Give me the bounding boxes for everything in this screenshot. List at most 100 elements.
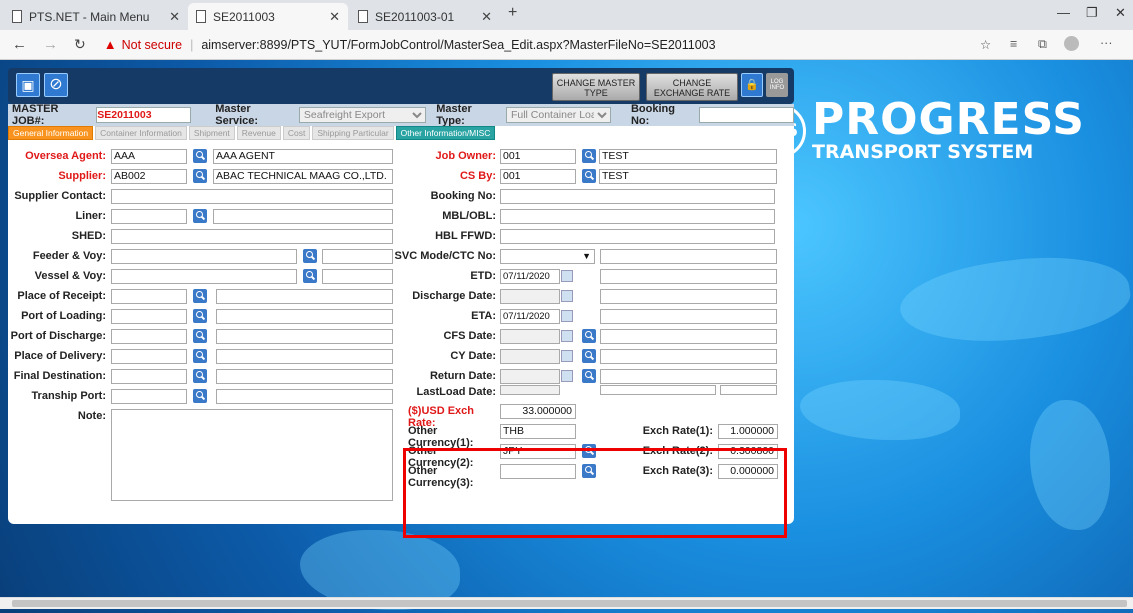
horizontal-scrollbar[interactable]	[0, 597, 1133, 609]
calendar-icon[interactable]	[561, 350, 573, 362]
tab-revenue[interactable]: Revenue	[236, 126, 281, 140]
ctc-no-input[interactable]	[600, 249, 777, 264]
browser-tab-main-menu[interactable]: PTS.NET - Main Menu ✕	[4, 3, 188, 30]
master-job-input[interactable]	[96, 107, 192, 123]
port-of-loading-name[interactable]	[216, 309, 393, 324]
calendar-icon[interactable]	[561, 370, 573, 382]
calendar-icon[interactable]	[561, 310, 573, 322]
cfs-extra-input[interactable]	[600, 329, 777, 344]
oversea-agent-name[interactable]: AAA AGENT	[213, 149, 393, 164]
search-icon[interactable]	[193, 149, 207, 163]
search-icon[interactable]	[582, 329, 596, 343]
place-of-receipt-name[interactable]	[216, 289, 393, 304]
supplier-name[interactable]: ABAC TECHNICAL MAAG CO.,LTD.	[213, 169, 393, 184]
close-icon[interactable]: ✕	[169, 9, 180, 25]
tranship-port-code[interactable]	[111, 389, 187, 404]
other-currency-1-input[interactable]: THB	[500, 424, 576, 439]
minimize-icon[interactable]: —	[1057, 5, 1070, 20]
lock-icon[interactable]: 🔒	[741, 73, 763, 97]
lastload-extra-input[interactable]	[600, 385, 716, 395]
supplier-code[interactable]: AB002	[111, 169, 187, 184]
change-master-type-button[interactable]: CHANGE MASTER TYPE	[552, 73, 640, 101]
search-icon[interactable]	[193, 309, 207, 323]
close-icon[interactable]: ✕	[329, 9, 340, 25]
search-icon[interactable]	[582, 349, 596, 363]
mbl-obl-input[interactable]	[500, 209, 775, 224]
supplier-contact-input[interactable]	[111, 189, 393, 204]
note-textarea[interactable]	[111, 409, 393, 501]
lastload-extra-input-2[interactable]	[720, 385, 777, 395]
search-icon[interactable]	[193, 389, 207, 403]
cancel-icon[interactable]: ⊘	[44, 73, 68, 97]
job-owner-code[interactable]: 001	[500, 149, 576, 164]
more-icon[interactable]: ···	[1100, 36, 1113, 50]
search-icon[interactable]	[193, 349, 207, 363]
back-icon[interactable]: ←	[12, 36, 27, 53]
usd-exch-rate-input[interactable]: 33.000000	[500, 404, 576, 419]
calendar-icon[interactable]	[561, 290, 573, 302]
final-destination-code[interactable]	[111, 369, 187, 384]
search-icon[interactable]	[193, 209, 207, 223]
search-icon[interactable]	[193, 369, 207, 383]
cfs-date-input[interactable]	[500, 329, 560, 344]
log-info-button[interactable]: LOG INFO	[766, 73, 788, 97]
calendar-icon[interactable]	[561, 330, 573, 342]
browser-tab-se2011003-01[interactable]: SE2011003-01 ✕	[350, 3, 500, 30]
tab-general-information[interactable]: General Information	[8, 126, 94, 140]
forward-icon[interactable]: →	[43, 36, 58, 53]
collections-icon[interactable]: ⧉	[1038, 37, 1047, 52]
shed-input[interactable]	[111, 229, 393, 244]
new-tab-button[interactable]: +	[508, 4, 517, 22]
search-icon[interactable]	[582, 369, 596, 383]
etd-extra-input[interactable]	[600, 269, 777, 284]
tab-shipment[interactable]: Shipment	[188, 126, 235, 140]
return-extra-input[interactable]	[600, 369, 777, 384]
eta-input[interactable]: 07/11/2020	[500, 309, 560, 324]
vessel-input[interactable]	[111, 269, 297, 284]
close-window-icon[interactable]: ✕	[1115, 5, 1126, 21]
scrollbar-thumb[interactable]	[12, 600, 1127, 607]
tab-cost[interactable]: Cost	[282, 126, 311, 140]
port-of-discharge-code[interactable]	[111, 329, 187, 344]
tranship-port-name[interactable]	[216, 389, 393, 404]
calendar-icon[interactable]	[561, 270, 573, 282]
job-owner-name[interactable]: TEST	[599, 149, 777, 164]
feeder-voy-input[interactable]	[322, 249, 393, 264]
restore-icon[interactable]: ❐	[1086, 5, 1098, 21]
place-of-delivery-name[interactable]	[216, 349, 393, 364]
close-icon[interactable]: ✕	[481, 9, 492, 25]
return-date-input[interactable]	[500, 369, 560, 384]
master-service-select[interactable]: Seafreight Export	[298, 107, 427, 123]
feeder-input[interactable]	[111, 249, 297, 264]
cs-by-code[interactable]: 001	[500, 169, 576, 184]
lastload-date-input[interactable]	[500, 385, 560, 395]
vessel-voy-input[interactable]	[322, 269, 393, 284]
etd-input[interactable]: 07/11/2020	[500, 269, 560, 284]
favorites-list-icon[interactable]: ≡	[1010, 37, 1017, 51]
exch-rate-1-input[interactable]: 1.000000	[718, 424, 778, 439]
save-icon[interactable]: ▣	[16, 73, 40, 97]
search-icon[interactable]	[582, 149, 596, 163]
profile-icon[interactable]	[1064, 36, 1079, 51]
port-of-loading-code[interactable]	[111, 309, 187, 324]
search-icon[interactable]	[193, 169, 207, 183]
liner-name[interactable]	[213, 209, 393, 224]
master-type-select[interactable]: Full Container Load	[505, 107, 611, 123]
place-of-receipt-code[interactable]	[111, 289, 187, 304]
url-text[interactable]: aimserver:8899/PTS_YUT/FormJobControl/Ma…	[201, 38, 715, 52]
change-exchange-rate-button[interactable]: CHANGE EXCHANGE RATE	[646, 73, 738, 101]
refresh-icon[interactable]: ↻	[74, 36, 86, 53]
discharge-extra-input[interactable]	[600, 289, 777, 304]
search-icon[interactable]	[193, 329, 207, 343]
tab-container-information[interactable]: Container Information	[95, 126, 187, 140]
oversea-agent-code[interactable]: AAA	[111, 149, 187, 164]
cy-date-input[interactable]	[500, 349, 560, 364]
hbl-ffwd-input[interactable]	[500, 229, 775, 244]
cy-extra-input[interactable]	[600, 349, 777, 364]
discharge-date-input[interactable]	[500, 289, 560, 304]
browser-tab-se2011003[interactable]: SE2011003 ✕	[188, 3, 348, 30]
port-of-discharge-name[interactable]	[216, 329, 393, 344]
place-of-delivery-code[interactable]	[111, 349, 187, 364]
booking-no-input[interactable]	[698, 107, 794, 123]
liner-code[interactable]	[111, 209, 187, 224]
